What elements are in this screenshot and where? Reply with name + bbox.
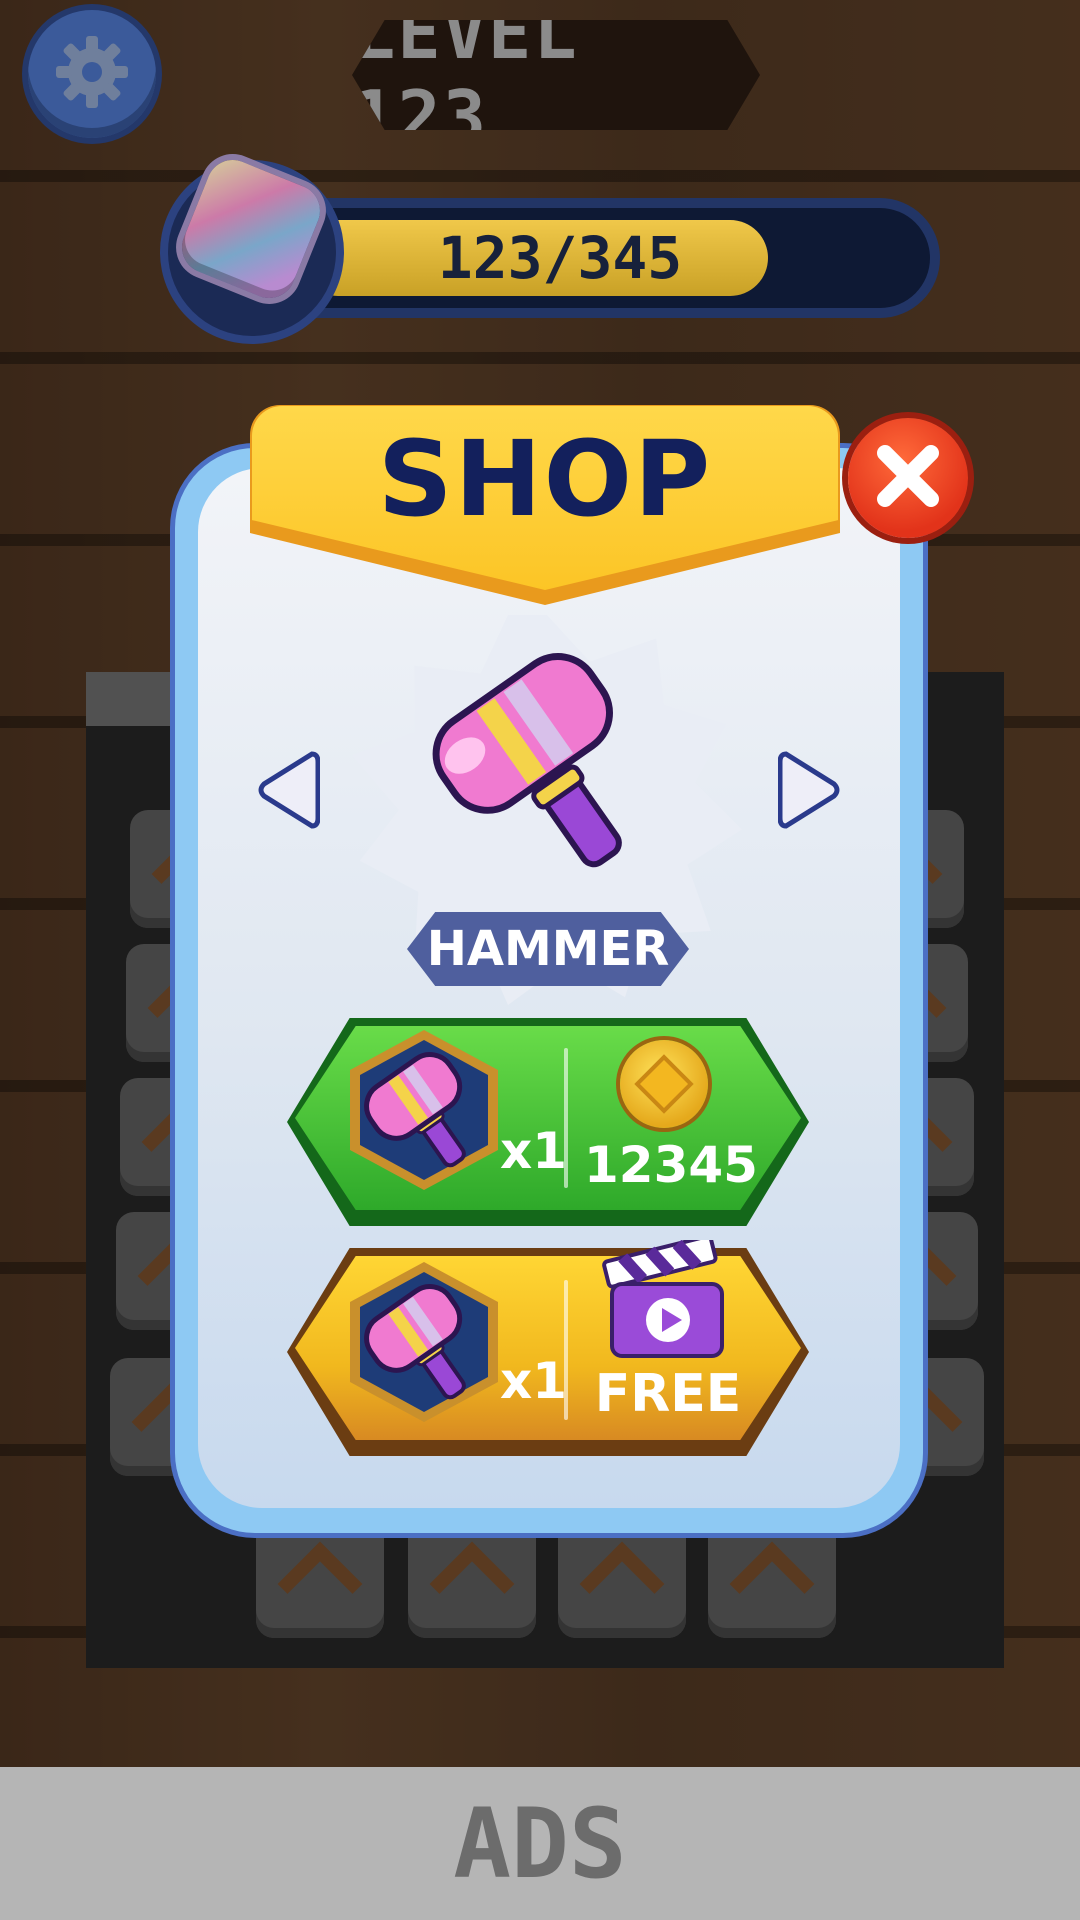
close-button[interactable] [848,418,968,538]
offer-price: 12345 [584,1136,758,1194]
shop-title: SHOP [377,418,713,540]
offer-quantity: x1 [500,1352,568,1410]
close-icon [873,441,943,515]
next-item-button[interactable] [777,748,844,832]
prev-item-button[interactable] [254,748,321,832]
item-name: HAMMER [426,921,670,977]
hammer-icon [420,638,660,898]
hammer-icon [364,1284,466,1400]
offer-free-label: FREE [594,1364,742,1424]
item-name-plate: HAMMER [407,912,689,986]
gear-icon [52,32,132,116]
coin-icon [620,1040,708,1128]
offer-quantity: x1 [500,1122,568,1180]
progress-text: 123/345 [437,224,683,292]
hammer-icon [364,1052,466,1168]
settings-button[interactable] [28,10,156,138]
level-plate: LEVEL 123 [352,20,760,130]
ad-banner-label: ADS [453,1787,627,1900]
arrow-right-icon [777,751,840,829]
offer-divider [564,1280,568,1420]
video-clapper-icon [600,1234,730,1364]
ad-banner[interactable]: ADS [0,1767,1080,1920]
arrow-left-icon [258,751,321,829]
offer-divider [564,1048,568,1188]
